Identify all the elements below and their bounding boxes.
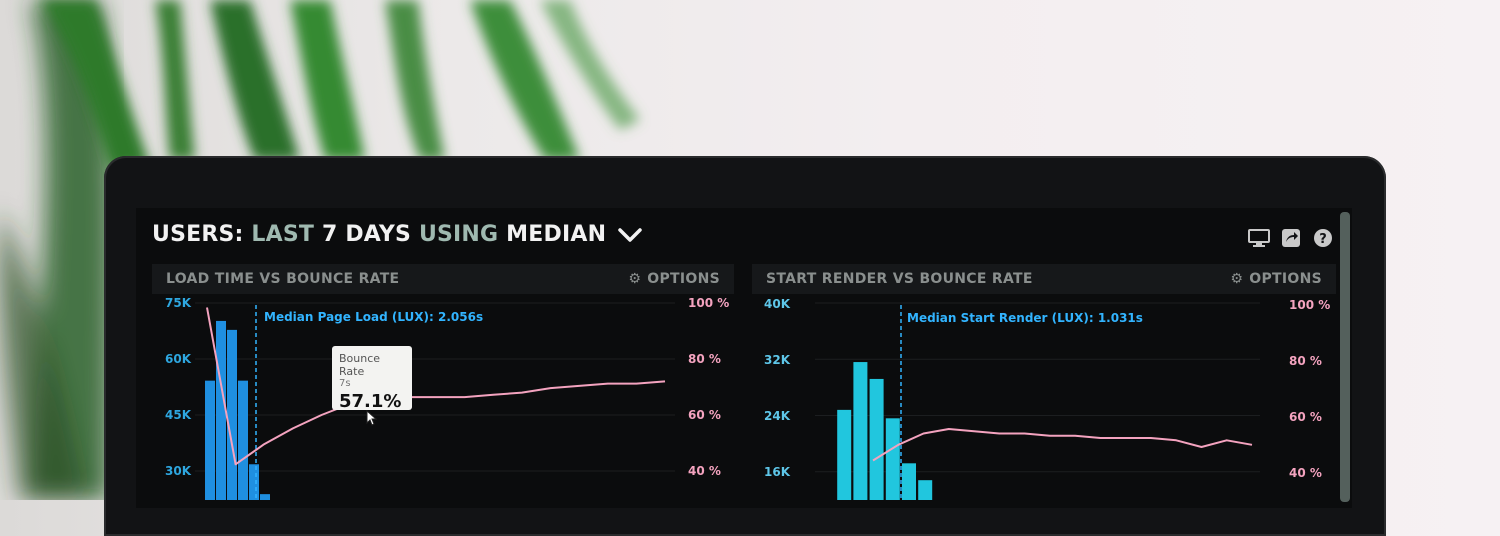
gear-icon: ⚙	[1230, 271, 1244, 287]
gear-icon: ⚙	[628, 271, 642, 287]
dashboard-title[interactable]: USERS: LAST 7 DAYS USING MEDIAN	[152, 222, 642, 247]
y-right-tick: 80 %	[1289, 354, 1322, 368]
mouse-cursor-icon	[366, 410, 378, 426]
y-left-tick: 30K	[165, 464, 191, 478]
y-right-tick: 60 %	[688, 408, 721, 422]
users-bar[interactable]	[238, 380, 248, 500]
y-left-tick: 40K	[764, 297, 790, 311]
panel-title: START RENDER VS BOUNCE RATE	[766, 271, 1033, 287]
options-label: OPTIONS	[647, 271, 720, 287]
options-button[interactable]: ⚙ OPTIONS	[1230, 271, 1322, 287]
tooltip-title: Bounce Rate	[339, 352, 381, 378]
users-bar[interactable]	[869, 378, 884, 500]
y-left-tick: 24K	[764, 409, 790, 423]
toolbar-icons: ?	[1248, 228, 1334, 248]
panel-title: LOAD TIME VS BOUNCE RATE	[166, 271, 400, 287]
y-left-tick: 45K	[165, 408, 191, 422]
start-render-chart	[815, 302, 1260, 500]
users-bar[interactable]	[885, 418, 900, 500]
tooltip-subtitle: 7s	[339, 378, 351, 389]
bounce-rate-tooltip: Bounce Rate 7s 57.1%	[332, 346, 412, 412]
users-bar[interactable]	[249, 464, 259, 500]
users-bar[interactable]	[918, 480, 933, 500]
tooltip-value: 57.1%	[339, 391, 402, 412]
users-bar[interactable]	[837, 409, 852, 500]
svg-text:?: ?	[1319, 232, 1327, 247]
users-bar[interactable]	[260, 494, 270, 500]
title-users: USERS:	[152, 222, 244, 247]
panel-header-start-render: START RENDER VS BOUNCE RATE ⚙ OPTIONS	[752, 264, 1336, 294]
y-left-tick: 60K	[165, 352, 191, 366]
y-right-tick: 100 %	[688, 296, 730, 310]
users-bar[interactable]	[205, 380, 215, 500]
median-label: Median Start Render (LUX): 1.031s	[907, 311, 1143, 325]
users-bar[interactable]	[902, 463, 916, 500]
y-right-tick: 80 %	[688, 352, 721, 366]
users-bar[interactable]	[853, 362, 868, 500]
median-label: Median Page Load (LUX): 2.056s	[264, 310, 484, 324]
users-bar[interactable]	[227, 329, 237, 500]
options-button[interactable]: ⚙ OPTIONS	[628, 271, 720, 287]
panel-header-load-time: LOAD TIME VS BOUNCE RATE ⚙ OPTIONS	[152, 264, 734, 294]
y-right-tick: 60 %	[1289, 410, 1322, 424]
users-bar[interactable]	[216, 320, 226, 500]
y-right-tick: 100 %	[1289, 298, 1331, 312]
bounce-rate-line[interactable]	[872, 428, 1253, 462]
title-stat: MEDIAN	[506, 222, 607, 247]
y-left-tick: 16K	[764, 465, 790, 479]
monitor-icon[interactable]	[1248, 228, 1270, 248]
title-using: USING	[418, 222, 499, 247]
chevron-down-icon[interactable]	[618, 227, 642, 243]
share-icon[interactable]	[1280, 228, 1302, 248]
y-right-tick: 40 %	[1289, 466, 1322, 480]
help-icon[interactable]: ?	[1312, 228, 1334, 248]
y-left-tick: 32K	[764, 353, 790, 367]
options-label: OPTIONS	[1249, 271, 1322, 287]
y-left-tick: 75K	[165, 296, 191, 310]
title-range: LAST	[251, 222, 315, 247]
bounce-rate-line[interactable]	[206, 307, 666, 466]
scrollbar[interactable]	[1340, 212, 1350, 502]
y-right-tick: 40 %	[688, 464, 721, 478]
load-time-chart	[195, 302, 675, 500]
title-days: 7 DAYS	[321, 222, 412, 247]
